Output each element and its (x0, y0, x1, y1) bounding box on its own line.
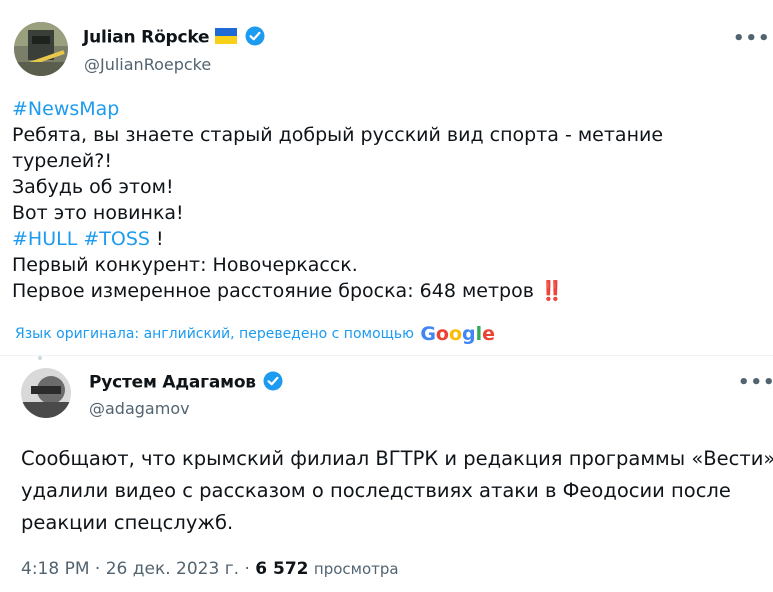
tweet-hashtags-line: #HULL #TOSS ! (12, 226, 663, 252)
verified-badge-icon (263, 371, 283, 395)
tweet-line-distance-row: Первое измеренное расстояние броска: 648… (12, 278, 663, 304)
quoted-author-name[interactable]: Рустем Адагамов (89, 373, 256, 393)
tweet-meta: 4:18 PM · 26 дек. 2023 г. · 6 572 просмо… (21, 559, 399, 579)
tweet-line-4: Вот это новинка! (12, 202, 184, 224)
tweet-date[interactable]: 26 дек. 2023 г. (106, 559, 239, 579)
tweet-time[interactable]: 4:18 PM (21, 559, 90, 579)
meta-separator: · (89, 559, 106, 579)
quoted-author-handle[interactable]: @adagamov (89, 399, 190, 418)
quote-top-marker (38, 356, 42, 360)
verified-badge-icon (245, 26, 265, 50)
views-count: 6 572 (255, 559, 309, 579)
double-exclamation-icon: ‼️ (539, 280, 564, 302)
more-options-icon[interactable]: ••• (733, 28, 771, 49)
tweet-line-1: Ребята, вы знаете старый добрый русский … (12, 124, 664, 146)
quoted-more-options-icon[interactable]: ••• (738, 372, 773, 393)
author-name[interactable]: Julian Röpcke (83, 28, 210, 48)
ukraine-flag-icon (215, 28, 238, 48)
tweet-text: #NewsMap Ребята, вы знаете старый добрый… (12, 96, 663, 304)
quoted-line-2: удалили видео с рассказом о последствиях… (21, 479, 731, 502)
quoted-text: Сообщают, что крымский филиал ВГТРК и ре… (21, 443, 773, 539)
tweet-line-2: турелей?! (12, 150, 112, 172)
author-avatar[interactable] (14, 22, 68, 76)
hashtag-hull[interactable]: #HULL (12, 228, 77, 250)
meta-separator: · (239, 559, 256, 579)
hashtag-newsmap[interactable]: #NewsMap (12, 96, 663, 122)
translation-note-row: Язык оригинала: английский, переведено с… (15, 323, 495, 345)
tweet-line-competitor: Первый конкурент: Новочеркасск. (12, 254, 358, 276)
tweet-line-distance: Первое измеренное расстояние броска: 648… (12, 280, 534, 302)
quoted-author-name-row: Рустем Адагамов (89, 371, 283, 395)
quoted-author-avatar[interactable] (21, 368, 71, 418)
tweet-line-3: Забудь об этом! (12, 176, 174, 198)
quoted-line-3: реакции спецслужб. (21, 511, 234, 534)
translation-note[interactable]: Язык оригинала: английский, переведено с… (15, 326, 414, 342)
google-logo: Google (420, 323, 496, 345)
quoted-line-1: Сообщают, что крымский филиал ВГТРК и ре… (21, 447, 773, 470)
hashtag-suffix: ! (149, 228, 164, 250)
quote-divider (0, 355, 773, 356)
hashtag-toss[interactable]: #TOSS (83, 228, 150, 250)
views-label: просмотра (313, 560, 399, 578)
author-handle[interactable]: @JulianRoepcke (84, 55, 211, 74)
author-name-row: Julian Röpcke (83, 26, 265, 50)
